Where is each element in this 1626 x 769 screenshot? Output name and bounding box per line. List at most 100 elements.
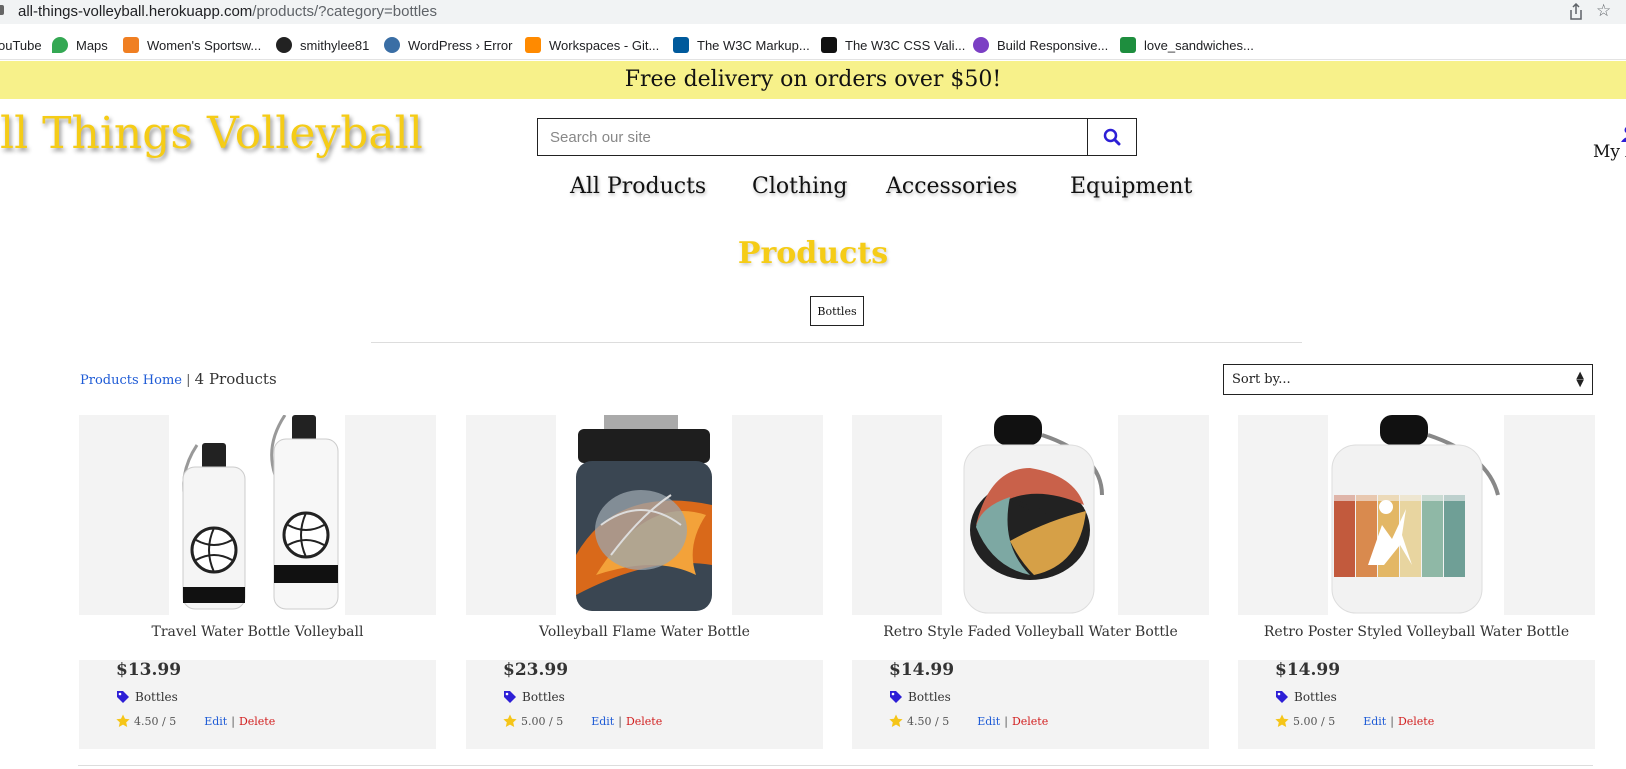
product-image[interactable] (852, 415, 1209, 615)
promo-banner: Free delivery on orders over $50! (0, 61, 1626, 99)
link-separator: | (618, 714, 622, 728)
sort-select-value: Sort by... (1232, 372, 1291, 387)
url-text[interactable]: all-things-volleyball.herokuapp.com/prod… (18, 3, 437, 20)
link-separator: | (231, 714, 235, 728)
search-icon (1103, 128, 1121, 146)
page-title: Products (737, 236, 889, 271)
bookmark-love-sandwiches[interactable]: love_sandwiches... (1120, 36, 1254, 54)
edit-link[interactable]: Edit (977, 715, 1000, 728)
my-account-label: My A (1593, 142, 1626, 162)
bookmark-w3c-markup[interactable]: The W3C Markup... (673, 36, 810, 54)
github-icon (276, 37, 292, 53)
browser-address-bar[interactable]: all-things-volleyball.herokuapp.com/prod… (0, 0, 1626, 24)
bookmark-w3c-css[interactable]: The W3C CSS Vali... (821, 36, 965, 54)
site-logo[interactable]: ll Things Volleyball (0, 108, 423, 159)
bookmark-github[interactable]: smithylee81 (276, 36, 369, 54)
product-photo-flame-bottle (556, 415, 732, 615)
edit-link[interactable]: Edit (591, 715, 614, 728)
star-icon (1275, 714, 1289, 727)
product-details: $14.99 Bottles 4.50 / 5 Edit | Delete (852, 660, 1209, 749)
shop-icon (123, 37, 139, 53)
search-form (537, 118, 1137, 156)
divider (371, 342, 1302, 343)
products-home-link[interactable]: Products Home (80, 373, 182, 388)
sort-select[interactable]: Sort by... ▲ ▼ (1223, 364, 1593, 395)
product-rating: 4.50 / 5 Edit | Delete (116, 714, 275, 728)
rating-value: 5.00 / 5 (1293, 714, 1336, 728)
product-category-link[interactable]: Bottles (889, 690, 951, 704)
breadcrumb-separator: | (186, 373, 191, 388)
search-input[interactable] (538, 119, 1087, 155)
product-card: Retro Style Faded Volleyball Water Bottl… (852, 415, 1209, 749)
promo-text: Free delivery on orders over $50! (624, 67, 1002, 92)
my-account-link[interactable]: My A (1593, 126, 1626, 162)
nav-all-products[interactable]: All Products (570, 174, 706, 199)
bookmark-build-responsive[interactable]: Build Responsive... (973, 36, 1108, 54)
product-card: Retro Poster Styled Volleyball Water Bot… (1238, 415, 1595, 749)
product-name[interactable]: Volleyball Flame Water Bottle (466, 617, 823, 647)
maps-icon (52, 37, 68, 53)
rating-value: 4.50 / 5 (134, 714, 177, 728)
bookmark-wordpress[interactable]: WordPress › Error (384, 36, 513, 54)
css-validator-icon (821, 37, 837, 53)
product-category-link[interactable]: Bottles (116, 690, 178, 704)
product-photo-travel-bottles (169, 415, 345, 615)
nav-clothing[interactable]: Clothing (752, 174, 847, 199)
star-icon (889, 714, 903, 727)
select-caret-icon: ▲ ▼ (1576, 369, 1584, 389)
delete-link[interactable]: Delete (239, 715, 275, 728)
bookmark-youtube[interactable]: ouTube (0, 36, 42, 54)
nav-equipment[interactable]: Equipment (1070, 174, 1192, 199)
nav-accessories[interactable]: Accessories (886, 174, 1017, 199)
product-category-link[interactable]: Bottles (503, 690, 565, 704)
delete-link[interactable]: Delete (626, 715, 662, 728)
product-price: $23.99 (503, 660, 569, 680)
product-image[interactable] (79, 415, 436, 615)
w3c-icon (673, 37, 689, 53)
bookmarks-bar: ouTube Maps Women's Sportsw... smithylee… (0, 30, 1626, 60)
edit-link[interactable]: Edit (204, 715, 227, 728)
product-details: $14.99 Bottles 5.00 / 5 Edit | Delete (1238, 660, 1595, 749)
product-price: $14.99 (889, 660, 955, 680)
product-count: 4 Products (194, 370, 277, 388)
product-image[interactable] (466, 415, 823, 615)
star-icon (503, 714, 517, 727)
lock-icon (0, 5, 4, 15)
edit-link[interactable]: Edit (1363, 715, 1386, 728)
product-price: $14.99 (1275, 660, 1341, 680)
product-card: Volleyball Flame Water Bottle $23.99 Bot… (466, 415, 823, 749)
bookmark-gitpod[interactable]: Workspaces - Git... (525, 36, 659, 54)
divider (78, 765, 1593, 766)
bookmark-maps[interactable]: Maps (52, 36, 108, 54)
share-icon[interactable] (1568, 3, 1584, 21)
star-icon (116, 714, 130, 727)
product-card: Travel Water Bottle Volleyball $13.99 Bo… (79, 415, 436, 749)
product-name[interactable]: Travel Water Bottle Volleyball (79, 617, 436, 647)
product-image[interactable] (1238, 415, 1595, 615)
product-details: $13.99 Bottles 4.50 / 5 Edit | Delete (79, 660, 436, 749)
product-category: Bottles (1294, 690, 1337, 704)
bookmark-womens-sportswear[interactable]: Women's Sportsw... (123, 36, 261, 54)
product-name[interactable]: Retro Style Faded Volleyball Water Bottl… (852, 617, 1209, 647)
product-rating: 5.00 / 5 Edit | Delete (503, 714, 662, 728)
product-details: $23.99 Bottles 5.00 / 5 Edit | Delete (466, 660, 823, 749)
product-name[interactable]: Retro Poster Styled Volleyball Water Bot… (1238, 617, 1595, 647)
product-rating: 4.50 / 5 Edit | Delete (889, 714, 1048, 728)
bookmark-star-icon[interactable]: ☆ (1596, 1, 1611, 21)
product-category-link[interactable]: Bottles (1275, 690, 1337, 704)
product-price: $13.99 (116, 660, 182, 680)
product-category: Bottles (135, 690, 178, 704)
link-separator: | (1004, 714, 1008, 728)
tag-icon (504, 691, 516, 703)
product-category: Bottles (908, 690, 951, 704)
search-button[interactable] (1087, 119, 1136, 155)
tag-icon (1276, 691, 1288, 703)
delete-link[interactable]: Delete (1012, 715, 1048, 728)
product-photo-retro-faded-bottle (942, 415, 1118, 615)
course-icon (973, 37, 989, 53)
main-nav: All Products Clothing Accessories Equipm… (0, 174, 1626, 208)
delete-link[interactable]: Delete (1398, 715, 1434, 728)
link-separator: | (1390, 714, 1394, 728)
rating-value: 5.00 / 5 (521, 714, 564, 728)
category-chip-bottles[interactable]: Bottles (810, 296, 864, 326)
